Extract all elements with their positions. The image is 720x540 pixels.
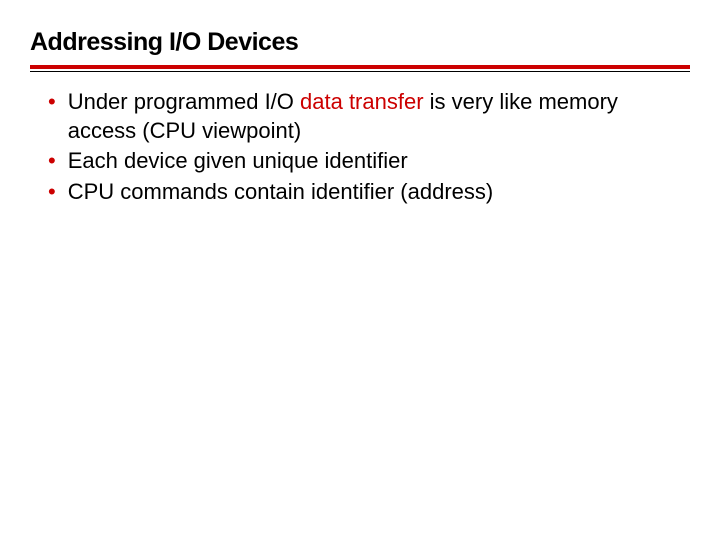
- bullet-text: Each device given unique identifier: [68, 147, 690, 176]
- bullet-icon: •: [48, 178, 56, 207]
- bullet-icon: •: [48, 147, 56, 176]
- bullet-text: Under programmed I/O data transfer is ve…: [68, 88, 690, 145]
- text-pre: Each device given unique identifier: [68, 148, 408, 173]
- title-underline: [30, 65, 690, 72]
- text-highlight: data transfer: [300, 89, 424, 114]
- list-item: • CPU commands contain identifier (addre…: [48, 178, 690, 207]
- slide-title: Addressing I/O Devices: [30, 28, 690, 63]
- bullet-icon: •: [48, 88, 56, 117]
- content-area: • Under programmed I/O data transfer is …: [30, 88, 690, 206]
- text-pre: Under programmed I/O: [68, 89, 300, 114]
- text-pre: CPU commands contain identifier (address…: [68, 179, 494, 204]
- bullet-text: CPU commands contain identifier (address…: [68, 178, 690, 207]
- list-item: • Under programmed I/O data transfer is …: [48, 88, 690, 145]
- list-item: • Each device given unique identifier: [48, 147, 690, 176]
- rule-red: [30, 65, 690, 69]
- rule-thin: [30, 71, 690, 72]
